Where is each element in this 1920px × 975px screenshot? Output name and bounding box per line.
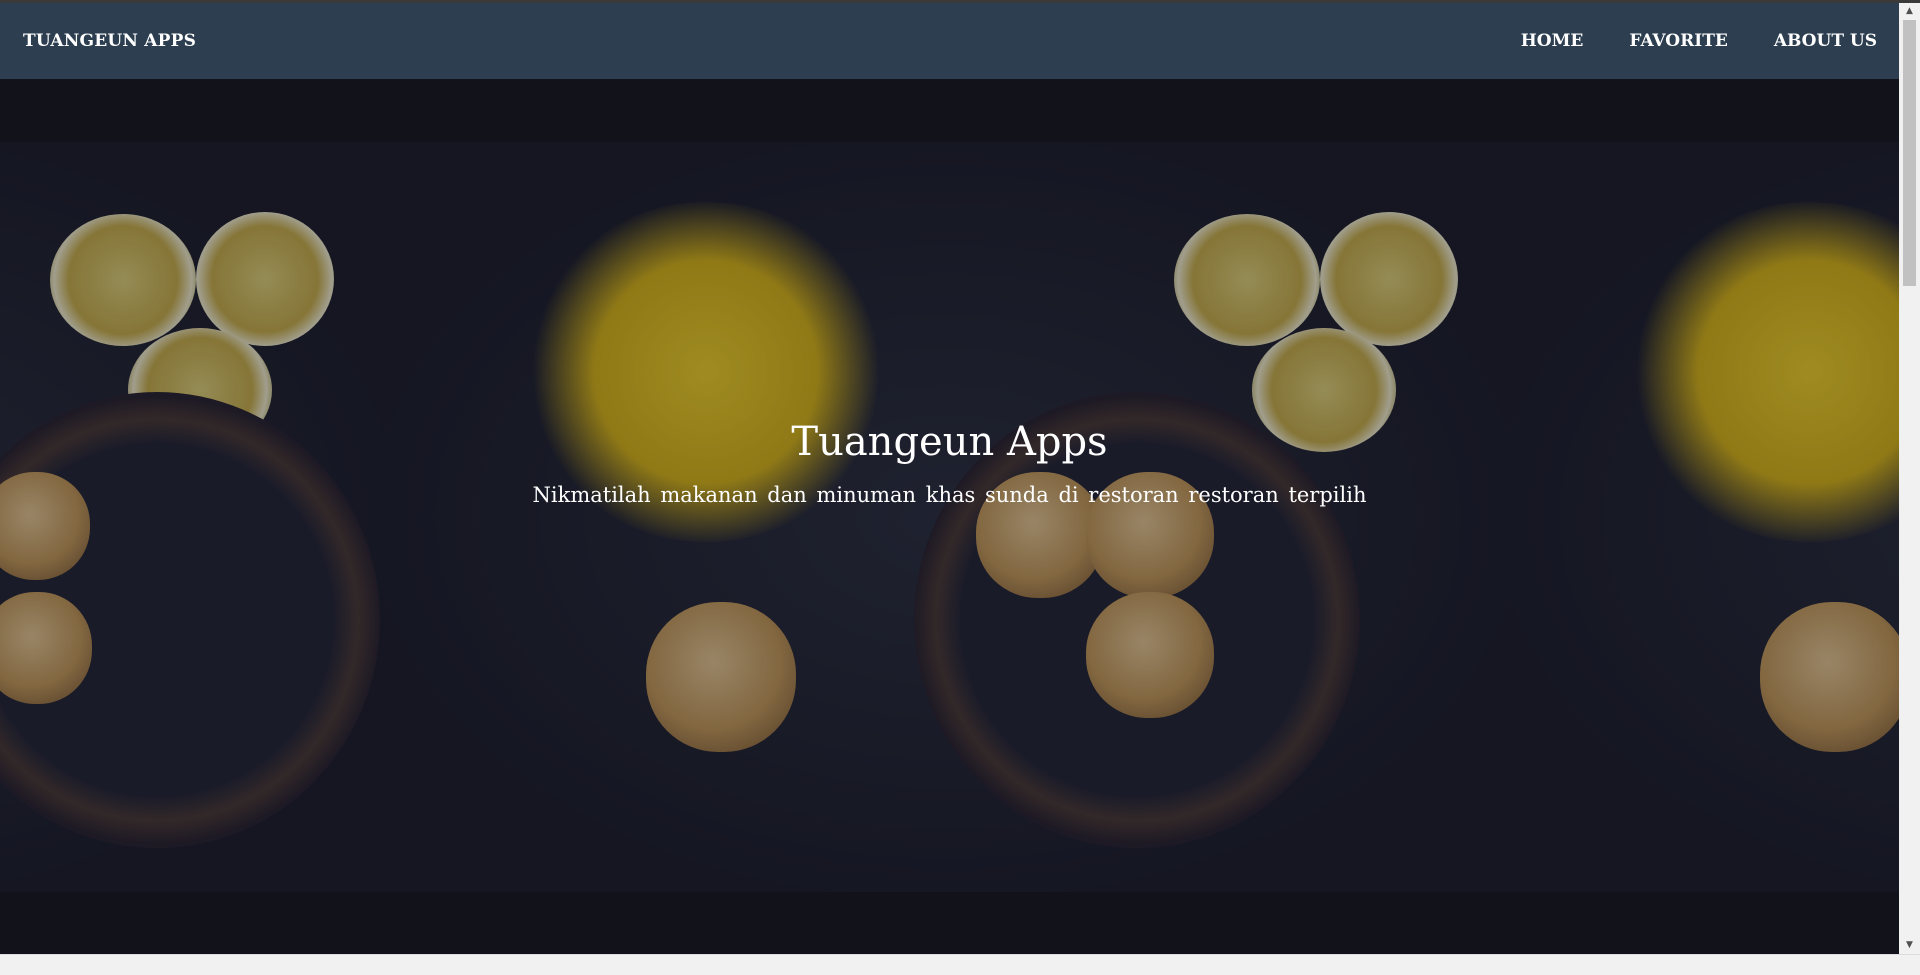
hero-subtitle: Nikmatilah makanan dan minuman khas sund… — [532, 483, 1367, 507]
hero-section: Tuangeun Apps Nikmatilah makanan dan min… — [0, 79, 1899, 954]
scroll-down-arrow-icon[interactable]: ▼ — [1899, 937, 1920, 954]
vertical-scrollbar[interactable]: ▲ ▼ — [1899, 3, 1920, 954]
nav-links: HOME FAVORITE ABOUT US — [1475, 31, 1877, 51]
window-bottom-bar — [0, 954, 1920, 975]
nav-link-home[interactable]: HOME — [1521, 31, 1584, 51]
nav-link-about-us[interactable]: ABOUT US — [1774, 31, 1877, 51]
brand-logo-link[interactable]: TUANGEUN APPS — [23, 31, 196, 51]
navbar: TUANGEUN APPS HOME FAVORITE ABOUT US — [0, 3, 1899, 79]
scrollbar-thumb[interactable] — [1903, 20, 1916, 286]
hero-dark-overlay — [0, 79, 1899, 954]
nav-link-favorite[interactable]: FAVORITE — [1629, 31, 1727, 51]
hero-text-block: Tuangeun Apps Nikmatilah makanan dan min… — [0, 419, 1899, 507]
scroll-up-arrow-icon[interactable]: ▲ — [1899, 3, 1920, 20]
hero-title: Tuangeun Apps — [791, 419, 1108, 465]
